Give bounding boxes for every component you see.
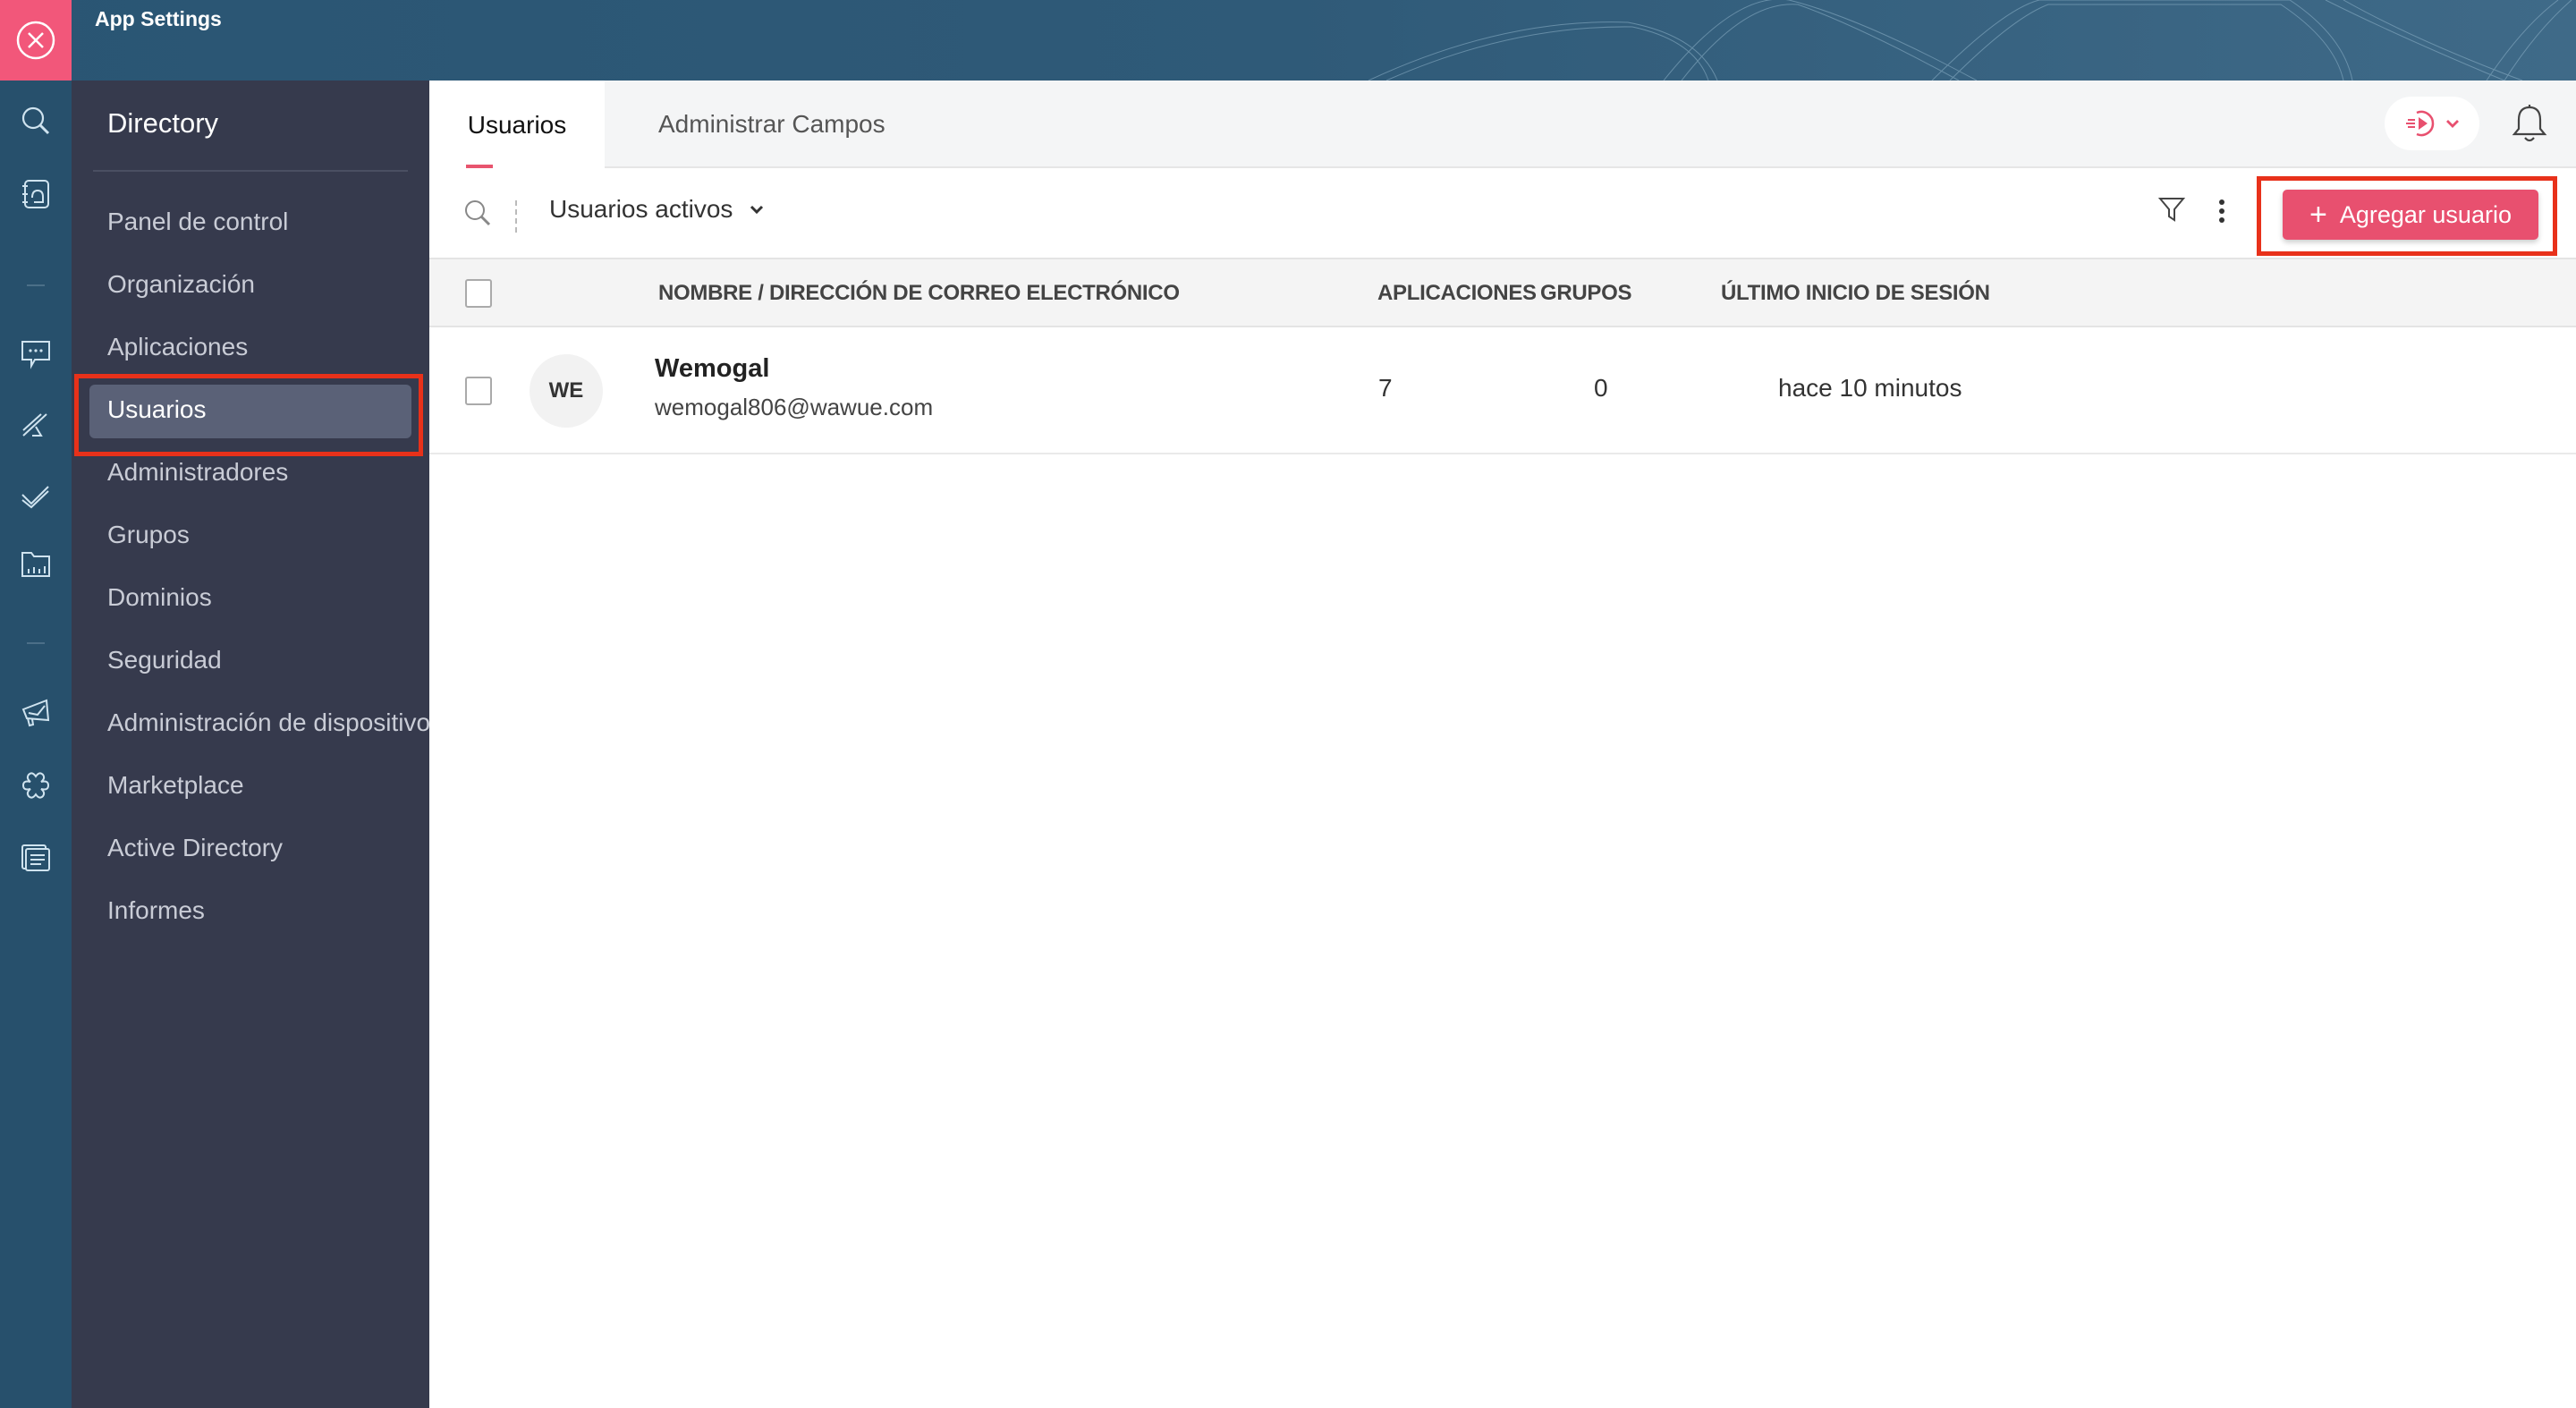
sidebar-item-active-directory[interactable]: Active Directory	[107, 834, 283, 862]
integrations-icon[interactable]	[18, 768, 54, 803]
chevron-down-icon	[2446, 120, 2459, 128]
contacts-icon[interactable]	[18, 176, 54, 212]
avatar: WE	[530, 354, 603, 428]
app-header: App Settings	[0, 0, 2576, 81]
table-header: NOMBRE / DIRECCIÓN DE CORREO ELECTRÓNICO…	[429, 258, 2576, 327]
sidebar-title: Directory	[107, 107, 219, 139]
close-button[interactable]	[0, 0, 72, 81]
search-icon[interactable]	[463, 199, 492, 232]
usuarios-highlight-box	[74, 374, 423, 456]
sidebar-item-aplicaciones[interactable]: Aplicaciones	[107, 333, 248, 361]
main-content: Usuarios Administrar Campos Usuarios act…	[429, 81, 2576, 1408]
user-email: wemogal806@wawue.com	[655, 394, 934, 420]
sidebar-item-organizacion[interactable]: Organización	[107, 270, 255, 299]
app-icon-rail	[0, 81, 72, 1408]
sidebar-item-administradores[interactable]: Administradores	[107, 458, 288, 487]
projects-icon[interactable]	[18, 407, 54, 443]
user-groups-count: 0	[1594, 374, 1608, 402]
add-user-highlight-box	[2257, 176, 2557, 256]
column-header-name[interactable]: NOMBRE / DIRECCIÓN DE CORREO ELECTRÓNICO	[658, 281, 1180, 306]
user-last-login: hace 10 minutos	[1778, 374, 1962, 402]
directory-sidebar: Directory Panel de control Organización …	[72, 81, 429, 1408]
column-header-apps[interactable]: APLICACIONES	[1377, 281, 1537, 306]
close-circle-icon	[16, 21, 55, 60]
documents-icon[interactable]	[18, 839, 54, 875]
filter-icon[interactable]	[2157, 195, 2186, 228]
user-status-value: Usuarios activos	[549, 195, 733, 223]
rail-separator	[27, 284, 45, 286]
search-icon[interactable]	[18, 103, 54, 139]
tab-bar: Usuarios Administrar Campos	[429, 81, 2576, 170]
more-options-icon[interactable]	[2216, 195, 2227, 232]
column-header-groups[interactable]: GRUPOS	[1540, 281, 1632, 306]
notifications-bell-icon[interactable]	[2512, 104, 2547, 148]
toolbar-separator	[515, 200, 517, 233]
tab-administrar-campos[interactable]: Administrar Campos	[658, 81, 886, 168]
sidebar-item-grupos[interactable]: Grupos	[107, 521, 190, 549]
campaigns-icon[interactable]	[18, 695, 54, 731]
users-toolbar: Usuarios activos + Agregar usuario	[429, 168, 2576, 258]
rail-separator	[27, 642, 45, 644]
user-apps-count: 7	[1378, 374, 1393, 402]
user-name[interactable]: Wemogal	[655, 354, 769, 384]
sidebar-item-dominios[interactable]: Dominios	[107, 583, 212, 612]
column-header-last-login[interactable]: ÚLTIMO INICIO DE SESIÓN	[1721, 281, 1990, 306]
table-row[interactable]: WE Wemogal wemogal806@wawue.com 7 0 hace…	[429, 327, 2576, 454]
row-checkbox[interactable]	[465, 377, 492, 405]
files-icon[interactable]	[18, 547, 54, 582]
app-title: App Settings	[95, 7, 222, 30]
sidebar-item-administracion-dispositivos[interactable]: Administración de dispositivos	[107, 708, 429, 737]
sidebar-divider	[93, 170, 408, 172]
header-wave-decoration	[1368, 0, 2572, 81]
chevron-down-icon	[750, 205, 764, 215]
play-circle-icon	[2406, 110, 2435, 137]
tab-usuarios-label: Usuarios	[467, 111, 567, 139]
sidebar-item-marketplace[interactable]: Marketplace	[107, 771, 244, 800]
tasks-icon[interactable]	[18, 477, 54, 513]
select-all-checkbox[interactable]	[465, 279, 492, 308]
sidebar-item-panel-de-control[interactable]: Panel de control	[107, 208, 288, 236]
whats-new-button[interactable]	[2385, 97, 2479, 150]
user-status-dropdown[interactable]: Usuarios activos	[549, 195, 765, 224]
tab-usuarios[interactable]: Usuarios	[429, 81, 605, 170]
sidebar-item-informes[interactable]: Informes	[107, 896, 205, 925]
chat-icon[interactable]	[18, 335, 54, 371]
sidebar-item-seguridad[interactable]: Seguridad	[107, 646, 222, 674]
